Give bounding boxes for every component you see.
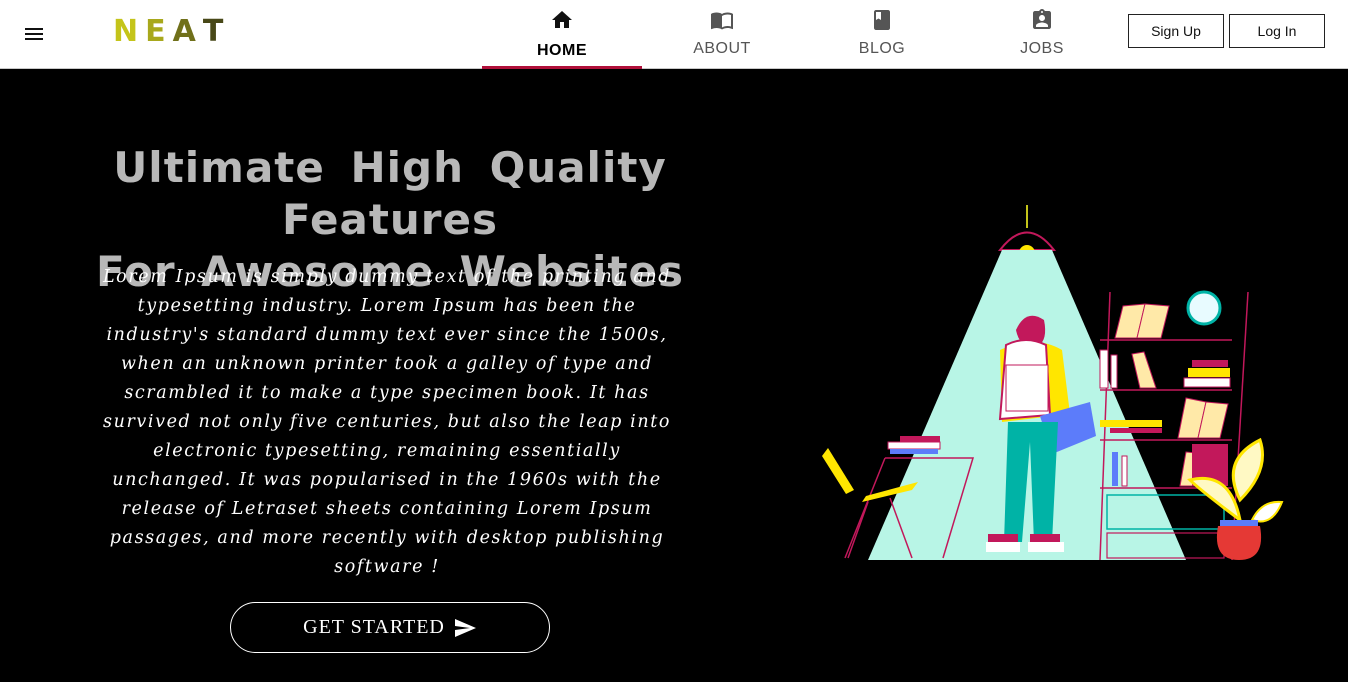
nav-about[interactable]: ABOUT — [642, 0, 802, 68]
hamburger-menu-icon[interactable] — [22, 22, 46, 46]
get-started-label: GET STARTED — [303, 616, 445, 638]
log-in-button[interactable]: Log In — [1229, 14, 1325, 48]
active-tab-indicator — [482, 66, 642, 69]
logo-letter: E — [145, 14, 173, 49]
top-navbar: NEAT HOME ABOUT BLOG JOBS Sign Up Log In — [0, 0, 1348, 69]
nav-jobs-label: JOBS — [1020, 40, 1064, 57]
main-nav: HOME ABOUT BLOG JOBS — [482, 0, 1122, 69]
student-library-illustration — [822, 205, 1284, 561]
get-started-button[interactable]: GET STARTED — [230, 602, 550, 653]
hero-description: Lorem Ipsum is simply dummy text of the … — [102, 267, 672, 577]
nav-home[interactable]: HOME — [482, 0, 642, 69]
logo-letter: N — [113, 14, 146, 49]
nav-jobs[interactable]: JOBS — [962, 0, 1122, 68]
nav-about-label: ABOUT — [693, 40, 751, 57]
book-icon — [874, 10, 890, 30]
sign-up-button[interactable]: Sign Up — [1128, 14, 1224, 48]
contact-card-icon — [1033, 9, 1051, 29]
nav-blog[interactable]: BLOG — [802, 0, 962, 68]
brand-logo[interactable]: NEAT — [113, 14, 230, 50]
nav-home-label: HOME — [537, 42, 587, 59]
logo-letter: T — [202, 14, 231, 49]
nav-blog-label: BLOG — [858, 40, 906, 57]
home-icon — [552, 11, 572, 28]
send-icon — [454, 618, 476, 637]
logo-letter: A — [172, 14, 203, 49]
book-open-icon — [711, 12, 733, 30]
hero-title-line-1: Ultimate High Quality Features — [113, 143, 667, 244]
